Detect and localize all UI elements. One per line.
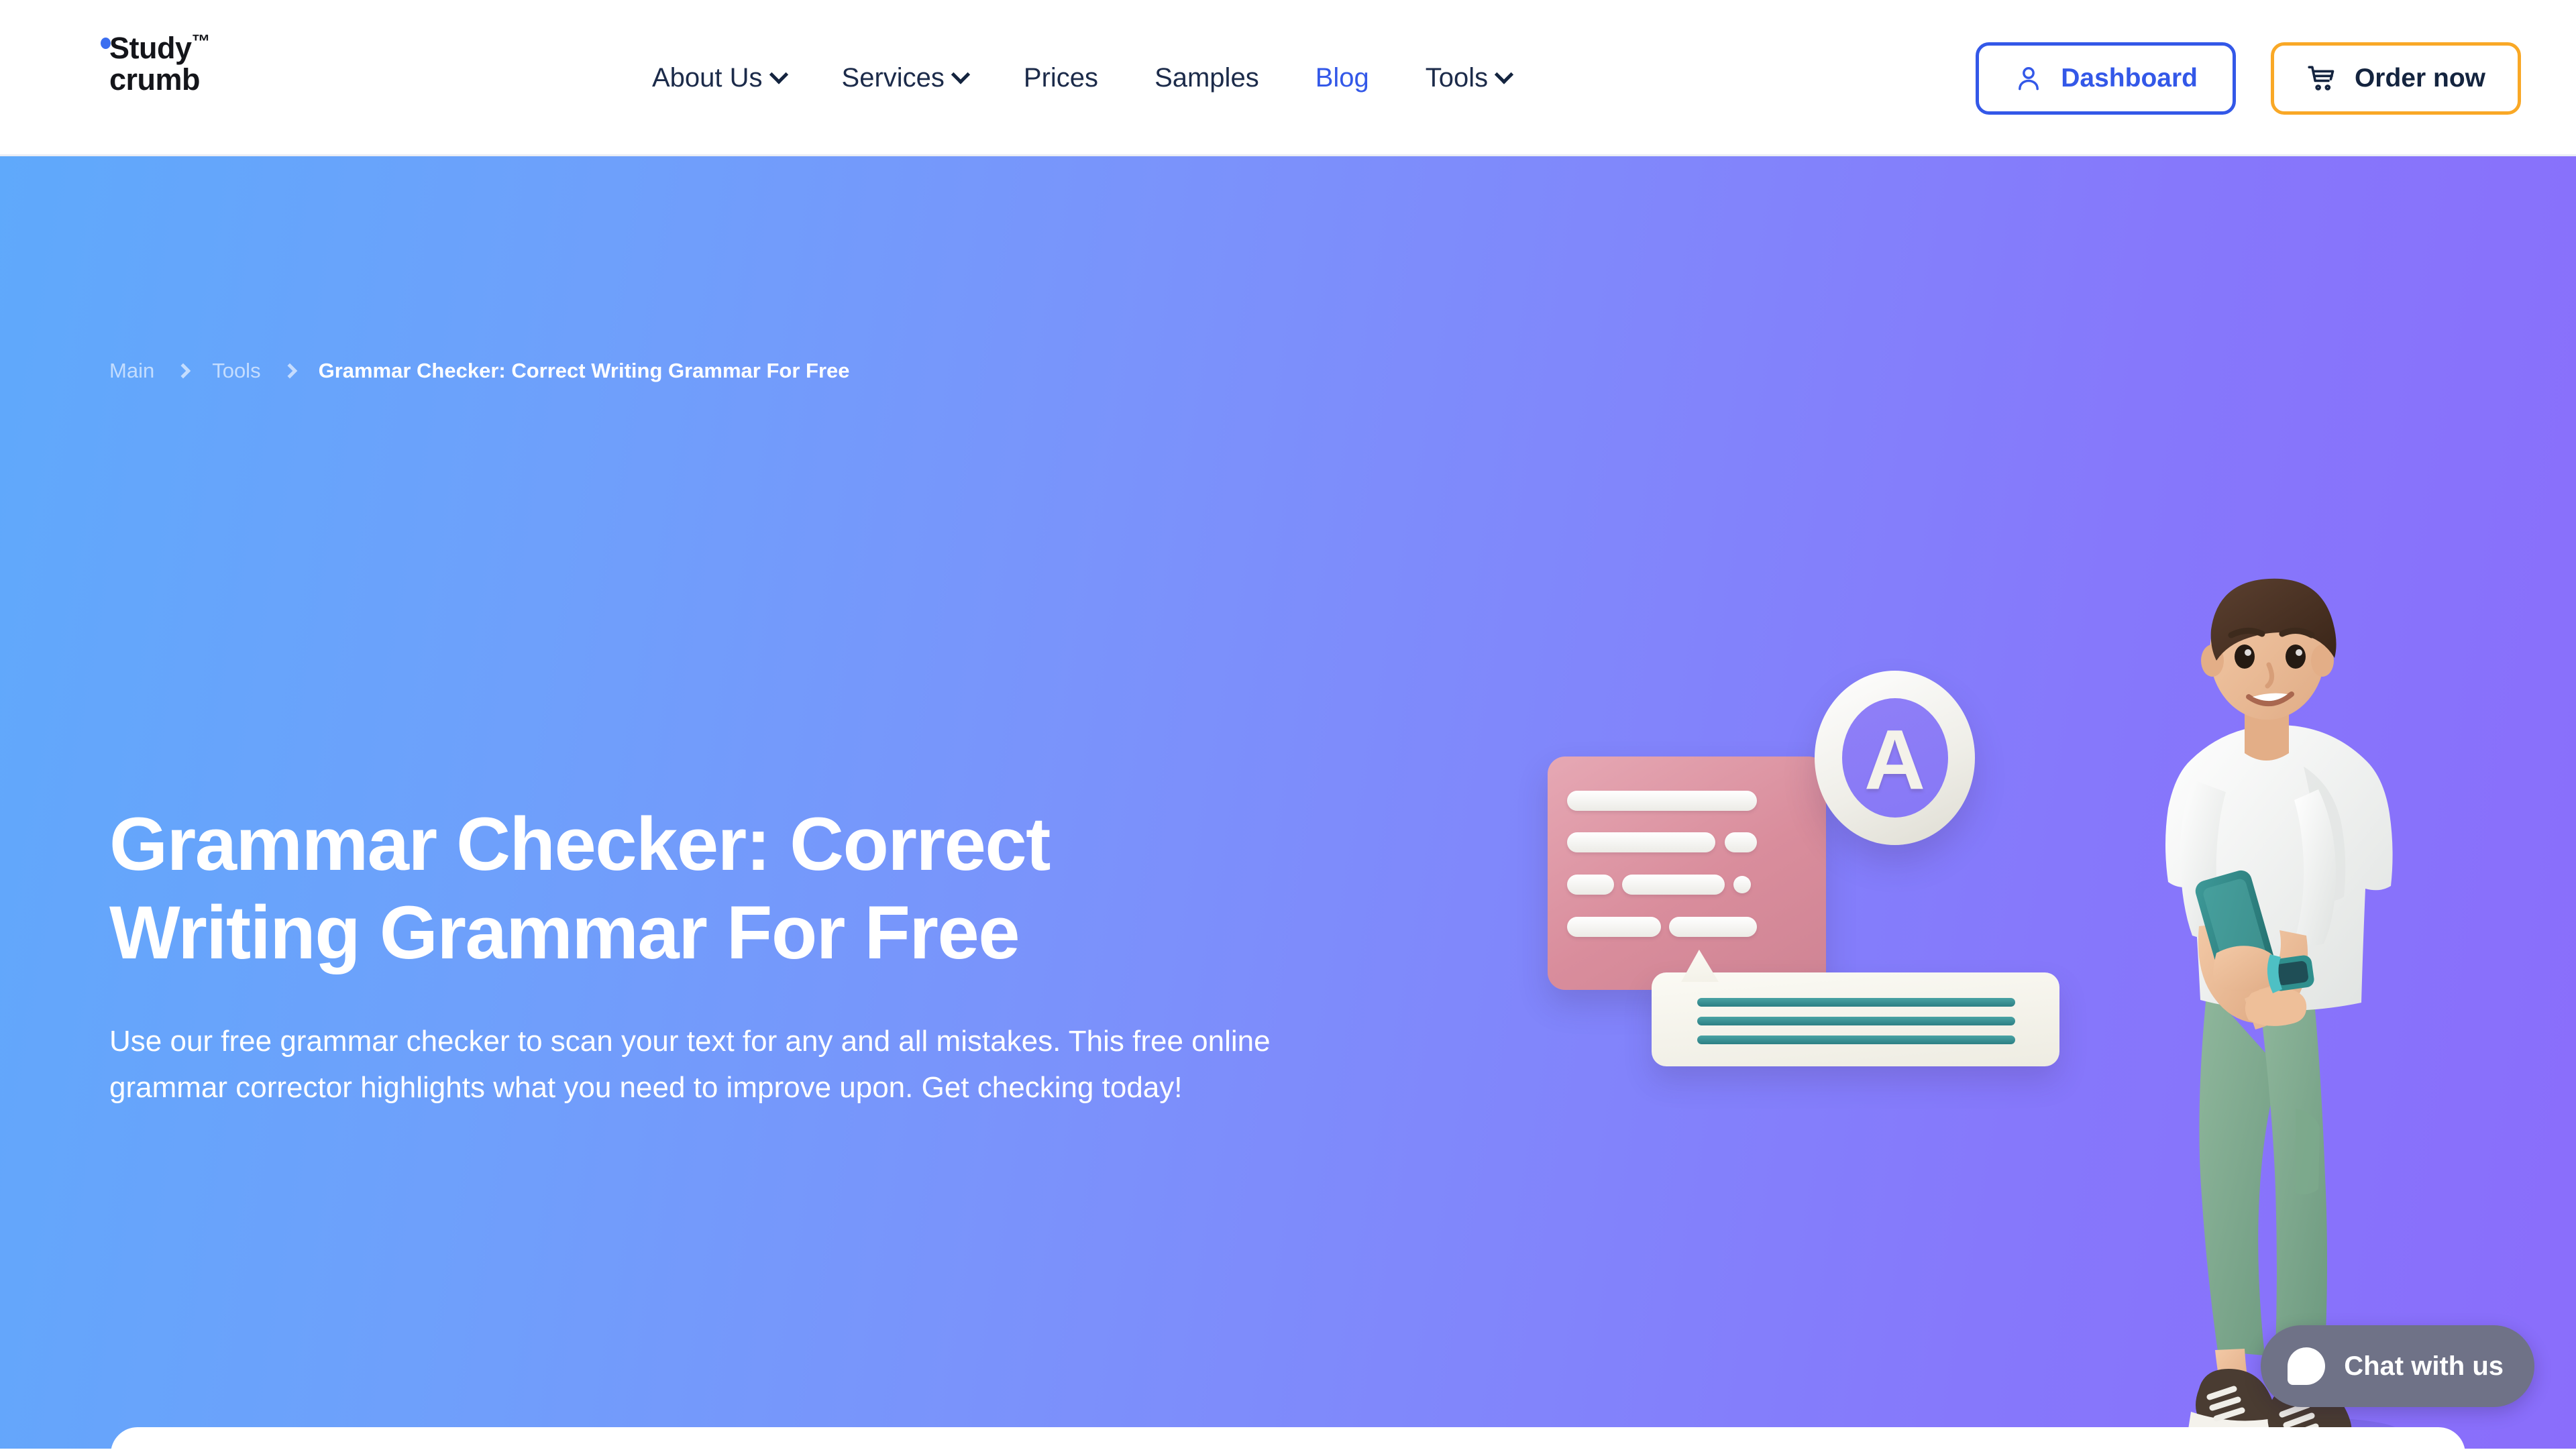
nav-item-about-us[interactable]: About Us — [624, 63, 814, 93]
shopping-cart-icon — [2308, 65, 2334, 91]
breadcrumb: Main Tools Grammar Checker: Correct Writ… — [109, 359, 850, 383]
order-now-button-label: Order now — [2354, 63, 2485, 93]
speech-bubble-line — [1697, 998, 2015, 1007]
chevron-right-icon — [282, 363, 297, 379]
illustration-pink-card — [1548, 757, 1826, 990]
chat-bubble-icon — [2288, 1347, 2326, 1385]
nav-item-samples[interactable]: Samples — [1126, 63, 1287, 93]
logo-word-crumb: crumb — [109, 62, 201, 97]
nav-item-services[interactable]: Services — [814, 63, 996, 93]
speech-bubble-tail — [1681, 950, 1719, 982]
nav-item-prices[interactable]: Prices — [996, 63, 1126, 93]
badge-inner-cutout: A — [1841, 698, 1948, 818]
illustration-speech-bubble — [1652, 950, 2059, 1066]
header-actions: Dashboard Order now — [1976, 0, 2521, 156]
speech-bubble-line — [1697, 1017, 2015, 1025]
nav-label: Services — [841, 63, 945, 93]
nav-label: Prices — [1023, 63, 1099, 93]
hero-section: A Main Tools Grammar Checker: Correct Wr… — [0, 156, 2576, 1449]
chevron-right-icon — [175, 363, 191, 379]
chat-with-us-widget[interactable]: Chat with us — [2261, 1325, 2534, 1407]
content-card-top-edge — [111, 1427, 2465, 1454]
hero-text-block: Grammar Checker: Correct Writing Grammar… — [109, 800, 1290, 1111]
chat-widget-label: Chat with us — [2344, 1351, 2504, 1381]
user-icon — [2019, 66, 2039, 90]
illustration-person-with-phone — [2165, 578, 2398, 1449]
breadcrumb-item-main[interactable]: Main — [109, 359, 154, 383]
site-header: Study™ crumb About Us Services Prices Sa… — [0, 0, 2576, 156]
nav-item-blog[interactable]: Blog — [1287, 63, 1397, 93]
pink-card-line — [1567, 917, 1661, 937]
nav-item-tools[interactable]: Tools — [1397, 63, 1539, 93]
breadcrumb-item-tools[interactable]: Tools — [212, 359, 260, 383]
pink-card-dot — [1733, 876, 1751, 893]
site-logo[interactable]: Study™ crumb — [101, 31, 211, 97]
page-title: Grammar Checker: Correct Writing Grammar… — [109, 802, 1051, 975]
dashboard-button-label: Dashboard — [2061, 63, 2198, 93]
pink-card-line — [1567, 875, 1614, 895]
logo-line-primary: Study™ — [101, 31, 211, 65]
logo-word-study: Study — [109, 31, 192, 65]
dashboard-button[interactable]: Dashboard — [1976, 42, 2236, 115]
main-navigation: About Us Services Prices Samples Blog To… — [624, 0, 1539, 156]
hero-subtitle: Use our free grammar checker to scan you… — [109, 1025, 1271, 1104]
badge-letter: A — [1864, 712, 1925, 807]
breadcrumb-current-page: Grammar Checker: Correct Writing Grammar… — [318, 359, 850, 382]
illustration-letter-a-badge: A — [1815, 671, 1975, 845]
pink-card-line — [1669, 917, 1757, 937]
nav-label: Tools — [1425, 63, 1489, 93]
nav-label: Blog — [1315, 63, 1369, 93]
nav-label: About Us — [652, 63, 763, 93]
pink-card-line — [1567, 832, 1715, 852]
order-now-button[interactable]: Order now — [2270, 42, 2521, 115]
chevron-down-icon — [769, 64, 788, 84]
chevron-down-icon — [951, 64, 971, 84]
nav-label: Samples — [1155, 63, 1259, 93]
pink-card-line — [1622, 875, 1725, 895]
chevron-down-icon — [1494, 64, 1514, 84]
logo-dot-icon — [101, 38, 111, 49]
pink-card-line — [1725, 832, 1757, 852]
pink-card-line — [1567, 791, 1757, 811]
logo-trademark-icon: ™ — [191, 31, 211, 52]
speech-bubble-line — [1697, 1036, 2015, 1044]
